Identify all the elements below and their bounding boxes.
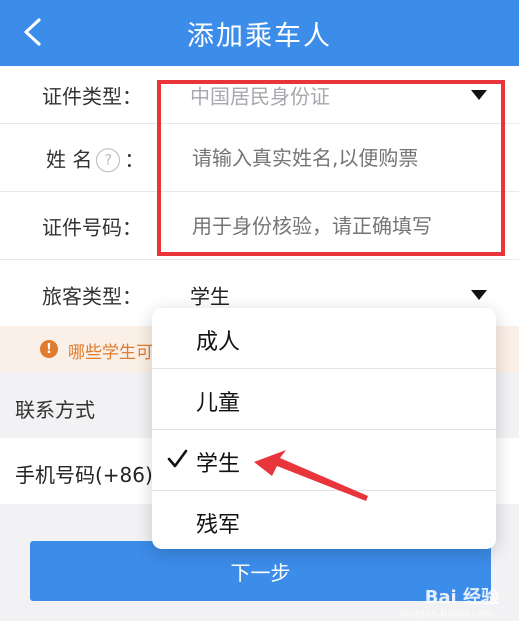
notice-text: 哪些学生可: [68, 343, 153, 363]
name-label-right: 名: [72, 146, 93, 171]
caret-down-icon: [471, 289, 487, 300]
dropdown-option-student[interactable]: 学生: [152, 430, 496, 491]
dropdown-option-label: 学生: [196, 452, 241, 477]
warning-icon: !: [40, 340, 58, 358]
name-label: 姓 名?：: [42, 143, 144, 173]
page-title: 添加乘车人: [187, 21, 332, 52]
next-step-button[interactable]: 下一步: [30, 541, 491, 601]
id-number-input[interactable]: [190, 212, 484, 239]
id-number-row: 证件号码：: [0, 192, 519, 260]
checkmark-icon: [167, 449, 188, 468]
passenger-type-dropdown: 成人 儿童 学生 残军: [152, 308, 496, 549]
dropdown-option-adult[interactable]: 成人: [152, 308, 496, 369]
dropdown-option-child[interactable]: 儿童: [152, 369, 496, 430]
name-input[interactable]: [190, 144, 484, 171]
name-label-colon: ：: [124, 146, 145, 171]
dropdown-option-label: 残军: [196, 513, 241, 538]
contact-section-title: 联系方式: [15, 398, 95, 422]
dropdown-option-label: 儿童: [196, 391, 241, 416]
phone-label: 手机号码(+86): [15, 463, 153, 487]
name-row: 姓 名?：: [0, 124, 519, 192]
id-type-label: 证件类型：: [42, 84, 142, 108]
dropdown-option-label: 成人: [196, 330, 241, 355]
id-type-row[interactable]: 证件类型： 中国居民身份证: [0, 66, 519, 124]
id-number-label: 证件号码：: [42, 215, 142, 239]
id-type-value[interactable]: 中国居民身份证: [190, 80, 330, 109]
caret-down-icon: [471, 89, 487, 100]
name-label-left: 姓: [46, 146, 66, 171]
baidu-watermark-url: jingyan.baidu.com: [400, 608, 493, 619]
passenger-type-label: 旅客类型：: [42, 284, 142, 308]
help-icon[interactable]: ?: [96, 148, 121, 173]
passenger-type-value[interactable]: 学生: [190, 280, 230, 309]
app-header: 添加乘车人: [0, 0, 519, 66]
passenger-form: 证件类型： 中国居民身份证 姓 名?： 证件号码： 旅客类型： 学生: [0, 66, 519, 329]
dropdown-option-disabled-military[interactable]: 残军: [152, 491, 496, 549]
